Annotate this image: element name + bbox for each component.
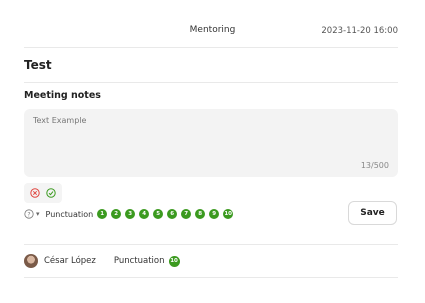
author-row: César López Punctuation 10 (24, 253, 180, 269)
chevron-down-icon[interactable]: ▾ (36, 210, 40, 218)
divider (24, 82, 398, 83)
note-actions (24, 183, 62, 203)
rating-label: Punctuation (45, 209, 94, 219)
rating-option-6[interactable]: 6 (167, 209, 178, 219)
rating-row: ? ▾ Punctuation 1 2 3 4 5 6 7 8 9 10 (24, 207, 234, 221)
rating-option-4[interactable]: 4 (139, 209, 150, 219)
rating-option-5[interactable]: 5 (153, 209, 164, 219)
rating-option-1[interactable]: 1 (97, 209, 108, 219)
rating-options: 1 2 3 4 5 6 7 8 9 10 (97, 209, 234, 219)
rating-option-2[interactable]: 2 (111, 209, 122, 219)
divider (24, 244, 398, 245)
notes-textarea[interactable]: Text Example 13/500 (24, 109, 398, 177)
divider (24, 47, 398, 48)
avatar (24, 254, 38, 268)
rating-option-10[interactable]: 10 (223, 209, 234, 219)
author-score-label: Punctuation (113, 256, 165, 266)
rating-option-7[interactable]: 7 (181, 209, 192, 219)
score-badge: 10 (168, 255, 180, 267)
notes-text: Text Example (33, 116, 87, 125)
rating-option-9[interactable]: 9 (209, 209, 220, 219)
char-count: 13/500 (360, 161, 389, 170)
rating-option-8[interactable]: 8 (195, 209, 206, 219)
save-button[interactable]: Save (348, 201, 397, 225)
confirm-icon[interactable] (46, 188, 56, 198)
svg-text:?: ? (27, 211, 30, 218)
meeting-datetime: 2023-11-20 16:00 (321, 26, 398, 36)
cancel-icon[interactable] (30, 188, 40, 198)
question-circle-icon[interactable]: ? (24, 209, 34, 219)
notes-label: Meeting notes (24, 90, 101, 101)
author-name: César López (44, 256, 96, 266)
entry-title: Test (24, 58, 52, 72)
divider (24, 277, 398, 278)
rating-option-3[interactable]: 3 (125, 209, 136, 219)
